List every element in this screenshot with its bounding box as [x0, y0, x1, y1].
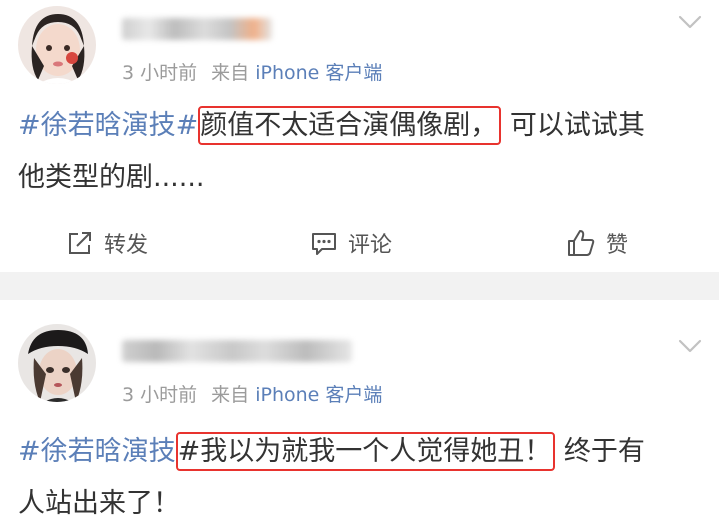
weibo-post-2: 3 小时前 来自 iPhone 客户端 #徐若晗演技#我以为就我一个人觉得她丑！ … [0, 300, 719, 516]
weibo-post-1: 3 小时前 来自 iPhone 客户端 #徐若晗演技#颜值不太适合演偶像剧， 可以… [0, 0, 719, 272]
source-prefix: 来自 [211, 62, 250, 84]
comment-button[interactable]: 评论 [310, 226, 392, 260]
post-text-2: 人站出来了！ [18, 488, 180, 516]
share-icon [69, 232, 91, 254]
avatar[interactable] [18, 324, 96, 402]
post-content: #徐若晗演技#颜值不太适合演偶像剧， 可以试试其他类型的剧...... [18, 100, 708, 204]
chevron-down-icon[interactable] [677, 14, 703, 30]
avatar-image [18, 6, 96, 84]
post-time: 3 小时前 [122, 384, 198, 406]
post-meta: 3 小时前 来自 iPhone 客户端 [122, 58, 382, 85]
topic-hashtag[interactable]: #徐若晗演技 [18, 436, 176, 467]
source-client[interactable]: iPhone 客户端 [255, 62, 382, 84]
post-text-2: 他类型的剧...... [18, 162, 205, 193]
username-blurred[interactable] [122, 18, 272, 40]
forward-button[interactable]: 转发 [66, 226, 148, 260]
topic-hashtag[interactable]: #徐若晗演技# [18, 110, 198, 141]
thumbs-up-icon [568, 230, 595, 256]
forward-label: 转发 [104, 233, 149, 258]
chevron-down-icon[interactable] [677, 338, 703, 354]
comment-label: 评论 [348, 233, 393, 258]
post-time: 3 小时前 [122, 62, 198, 84]
username-blurred[interactable] [122, 340, 352, 362]
highlighted-text: 颜值不太适合演偶像剧， [198, 106, 502, 145]
source-prefix: 来自 [211, 384, 250, 406]
post-separator [0, 272, 719, 300]
highlighted-text: #我以为就我一个人觉得她丑！ [175, 432, 556, 471]
post-actions: 转发 评论 赞 [0, 216, 719, 272]
post-meta: 3 小时前 来自 iPhone 客户端 [122, 380, 382, 407]
like-label: 赞 [606, 233, 629, 258]
post-text-1: 终于有 [563, 436, 645, 467]
post-text-1: 可以试试其 [509, 110, 645, 141]
source-client[interactable]: iPhone 客户端 [255, 384, 382, 406]
comment-icon [312, 233, 336, 255]
avatar-image [18, 324, 96, 402]
like-button[interactable]: 赞 [566, 226, 628, 260]
post-content: #徐若晗演技#我以为就我一个人觉得她丑！ 终于有人站出来了！ [18, 426, 708, 516]
avatar[interactable] [18, 6, 96, 84]
